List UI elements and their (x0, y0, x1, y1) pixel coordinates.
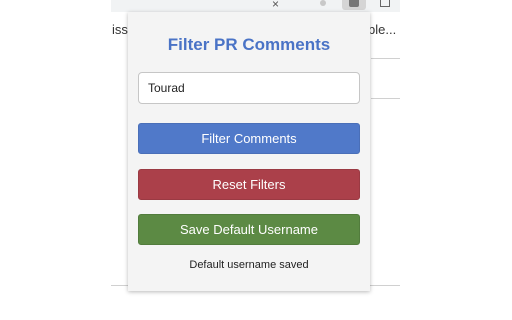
filter-comments-button[interactable]: Filter Comments (138, 123, 360, 154)
status-message: Default username saved (189, 259, 309, 271)
save-default-username-button[interactable]: Save Default Username (138, 214, 360, 245)
close-icon[interactable]: × (272, 0, 279, 10)
background-text-left: iss (112, 22, 128, 37)
toolbar-dot-icon[interactable] (320, 0, 326, 6)
background-divider (371, 58, 400, 59)
background-text-right: ble... (368, 22, 397, 37)
background-divider (371, 98, 400, 99)
extension-icon[interactable] (342, 0, 366, 10)
username-input[interactable] (138, 72, 360, 104)
menu-icon[interactable] (380, 0, 390, 7)
extension-popup: Filter PR Comments Filter Comments Reset… (128, 12, 370, 291)
popup-title: Filter PR Comments (167, 35, 331, 54)
reset-filters-button[interactable]: Reset Filters (138, 169, 360, 200)
